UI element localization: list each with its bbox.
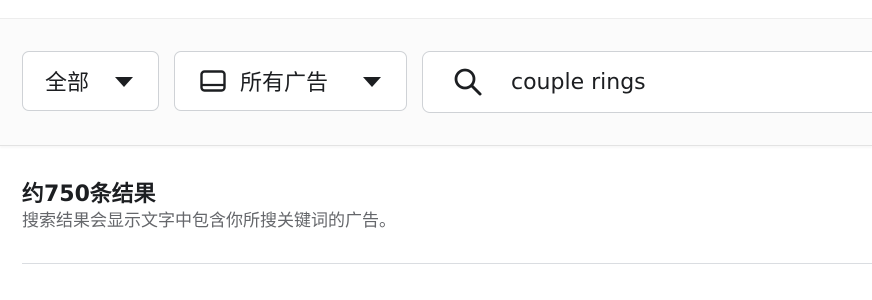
search-box[interactable] — [422, 51, 872, 113]
caret-down-icon — [115, 77, 133, 87]
search-input[interactable] — [511, 62, 851, 102]
result-description: 搜索结果会显示文字中包含你所搜关键词的广告。 — [22, 211, 396, 231]
ad-type-dropdown-label: 所有广告 — [240, 71, 329, 96]
category-dropdown-label: 全部 — [45, 71, 90, 96]
caret-down-icon — [363, 77, 381, 87]
ad-type-dropdown-button[interactable]: 所有广告 — [174, 51, 407, 111]
result-count: 约750条结果 — [22, 182, 156, 207]
top-strip — [0, 0, 872, 19]
results-summary: 约750条结果 搜索结果会显示文字中包含你所搜关键词的广告。 — [22, 180, 396, 233]
tablet-icon — [200, 70, 226, 92]
category-dropdown-button[interactable]: 全部 — [22, 51, 159, 111]
divider — [22, 263, 872, 264]
search-icon — [454, 68, 482, 96]
